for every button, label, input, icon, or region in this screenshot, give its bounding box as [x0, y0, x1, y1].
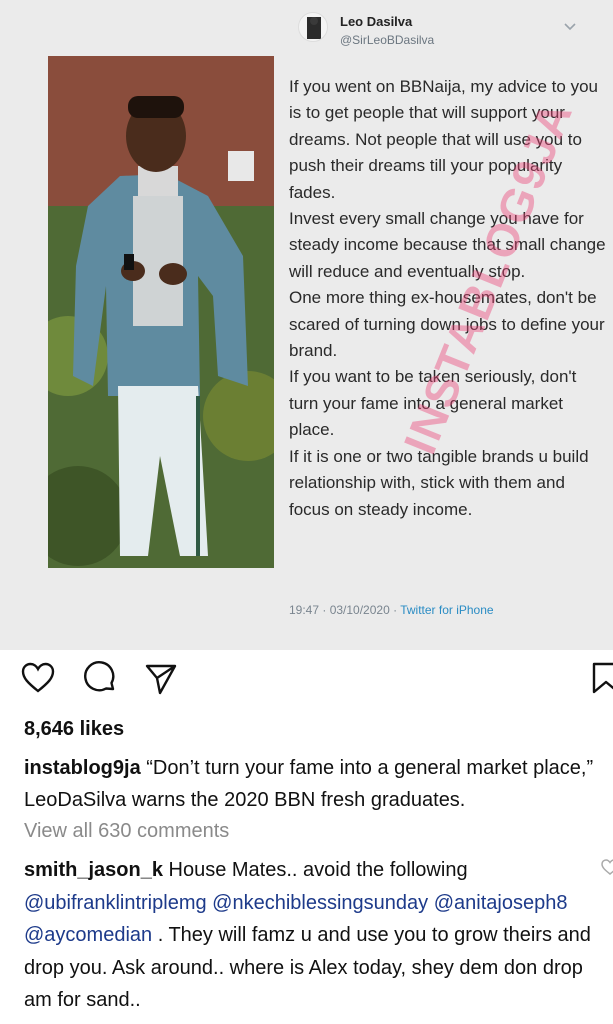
tweet-paragraph: If you went on BBNaija, my advice to you…	[289, 77, 598, 202]
heart-icon[interactable]	[20, 660, 56, 696]
post-image[interactable]: Leo Dasilva @SirLeoBDasilva If you went …	[0, 0, 613, 650]
mention-link[interactable]: @anitajoseph8	[434, 892, 568, 914]
tweet-author-name[interactable]: Leo Dasilva	[340, 14, 412, 29]
comment: smith_jason_k House Mates.. avoid the fo…	[24, 854, 609, 1017]
leo-dasilva-photo	[48, 56, 274, 568]
comment-username[interactable]: smith_jason_k	[24, 859, 163, 881]
mention-link[interactable]: @nkechiblessingsunday	[212, 892, 428, 914]
tweet-timestamp: 19:47 · 03/10/2020 ·	[289, 603, 401, 617]
bookmark-icon[interactable]	[588, 660, 613, 696]
tweet-source[interactable]: Twitter for iPhone	[400, 603, 493, 617]
comment-like-heart-icon[interactable]	[600, 857, 613, 877]
post-caption: instablog9ja “Don’t turn your fame into …	[24, 752, 609, 816]
view-all-comments-link[interactable]: View all 630 comments	[24, 820, 229, 843]
tweet-meta: 19:47 · 03/10/2020 · Twitter for iPhone	[289, 603, 494, 617]
chevron-down-icon[interactable]	[562, 18, 578, 34]
tweet-paragraph: If you want to be taken seriously, don't…	[289, 367, 577, 440]
mention-link[interactable]: @aycomedian	[24, 924, 152, 946]
tweet-paragraph: If it is one or two tangible brands u bu…	[289, 446, 589, 519]
tweet-author-handle[interactable]: @SirLeoBDasilva	[340, 33, 434, 47]
tweet-paragraph: Invest every small change you have for s…	[289, 209, 606, 281]
mention-link[interactable]: @ubifranklintriplemg	[24, 892, 207, 914]
post-action-bar	[0, 650, 613, 708]
likes-count[interactable]: 8,646 likes	[24, 718, 124, 741]
comment-bubble-icon[interactable]	[82, 660, 118, 696]
comment-text: House Mates.. avoid the following	[162, 859, 468, 881]
paper-plane-icon[interactable]	[143, 660, 179, 696]
tweet-text: If you went on BBNaija, my advice to you…	[289, 74, 607, 523]
tweet-author-avatar[interactable]	[298, 12, 328, 42]
caption-username[interactable]: instablog9ja	[24, 757, 141, 779]
tweet-header: Leo Dasilva @SirLeoBDasilva	[292, 8, 612, 56]
tweet-paragraph: One more thing ex-housemates, don't be s…	[289, 288, 605, 361]
